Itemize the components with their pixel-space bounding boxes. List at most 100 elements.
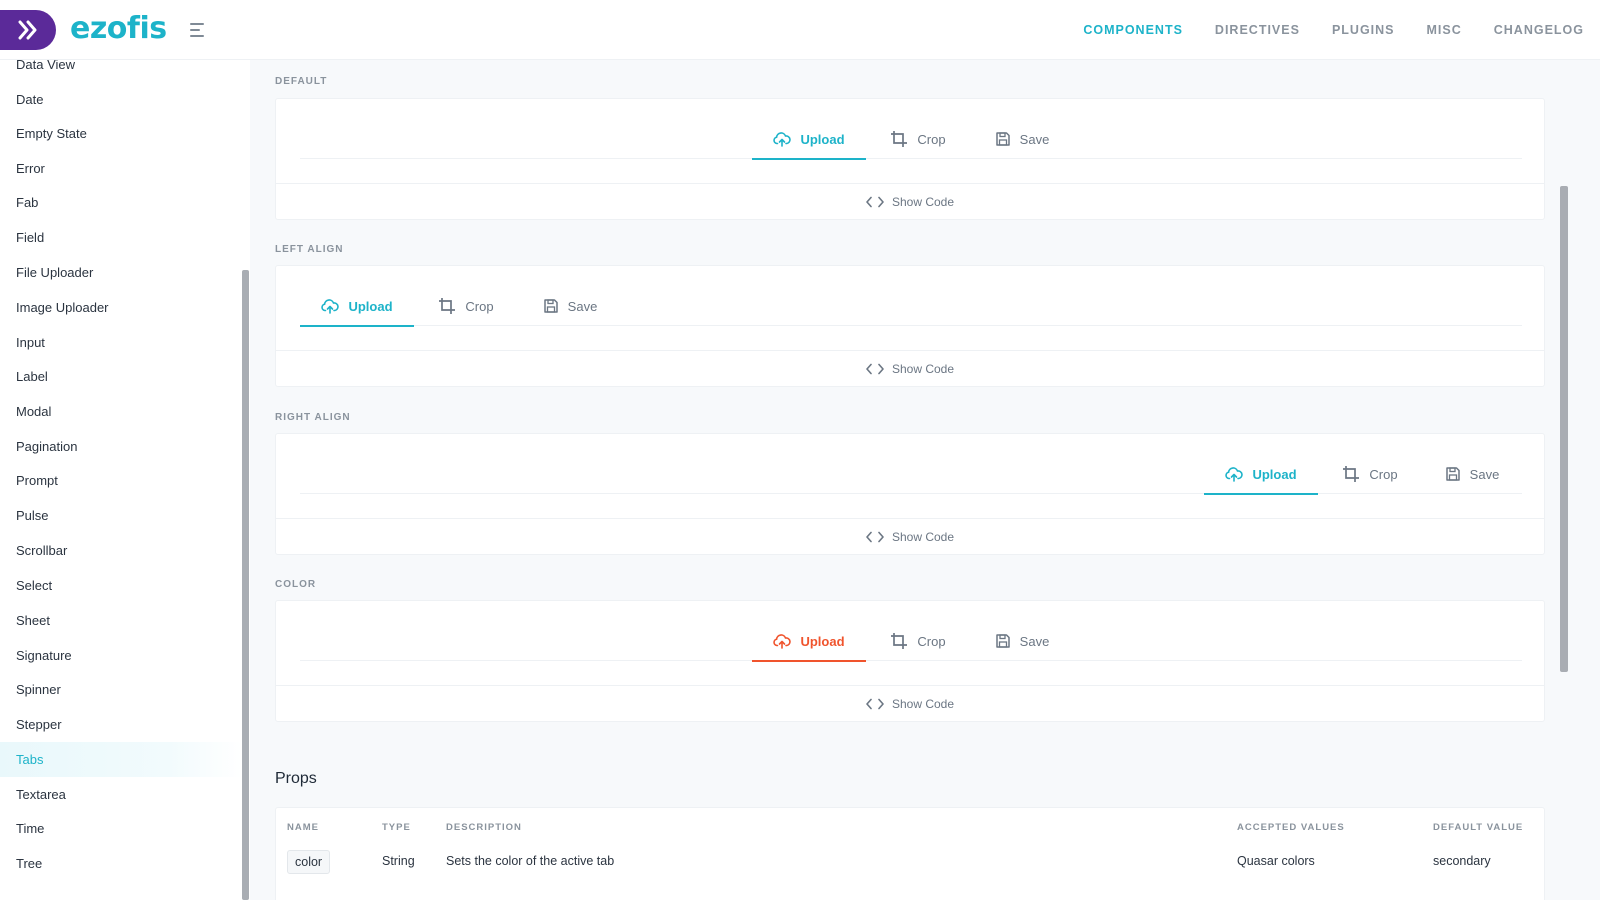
sidebar-item-input[interactable]: Input <box>0 325 242 360</box>
logo-text[interactable]: ezofis <box>70 11 167 46</box>
sidebar-item-select[interactable]: Select <box>0 568 242 603</box>
tab-upload[interactable]: Upload <box>300 286 414 327</box>
tab-label: Save <box>1019 633 1050 649</box>
cloud-upload-icon <box>1225 466 1244 482</box>
show-code-button[interactable]: Show Code <box>276 685 1544 722</box>
tabs-bar: Upload Crop Save <box>300 621 1522 662</box>
tab-upload[interactable]: Upload <box>752 621 866 662</box>
section-label-color: COLOR <box>275 579 317 590</box>
tab-crop[interactable]: Crop <box>1318 454 1422 494</box>
tab-label: Crop <box>917 131 946 147</box>
nav-misc[interactable]: MISC <box>1427 23 1462 37</box>
save-icon <box>1445 466 1461 482</box>
show-code-label: Show Code <box>891 697 955 711</box>
sidebar-item-time[interactable]: Time <box>0 811 242 846</box>
save-icon <box>543 298 559 314</box>
show-code-button[interactable]: Show Code <box>276 518 1544 555</box>
sidebar-item-date[interactable]: Date <box>0 82 242 117</box>
section-label-default: DEFAULT <box>275 76 328 87</box>
sidebar-item-image-uploader[interactable]: Image Uploader <box>0 290 242 325</box>
tab-label: Crop <box>465 298 494 314</box>
sidebar-item-empty-state[interactable]: Empty State <box>0 116 242 151</box>
nav-components[interactable]: COMPONENTS <box>1083 23 1183 37</box>
tab-label: Crop <box>1369 466 1398 482</box>
sidebar-item-error[interactable]: Error <box>0 151 242 186</box>
sidebar-item-prompt[interactable]: Prompt <box>0 463 242 498</box>
sidebar-item-label[interactable]: Label <box>0 359 242 394</box>
column-header-accepted-values: ACCEPTED VALUES <box>1237 822 1345 833</box>
sidebar-item-signature[interactable]: Signature <box>0 638 242 673</box>
sidebar-scrollbar[interactable] <box>242 270 249 900</box>
tabs-bar: Upload Crop Save <box>300 119 1522 160</box>
demo-card-color: Upload Crop Save Show Code <box>275 600 1545 722</box>
nav-directives[interactable]: DIRECTIVES <box>1215 23 1300 37</box>
tab-crop[interactable]: Crop <box>866 621 970 661</box>
column-header-name: NAME <box>287 822 319 833</box>
demo-card-right-align: Upload Crop Save Show Code <box>275 433 1545 555</box>
sidebar-item-scrollbar[interactable]: Scrollbar <box>0 533 242 568</box>
sidebar-item-modal[interactable]: Modal <box>0 394 242 429</box>
top-header: ezofis COMPONENTS DIRECTIVES PLUGINS MIS… <box>0 0 1600 60</box>
tab-label: Upload <box>1252 466 1297 482</box>
show-code-label: Show Code <box>891 530 955 544</box>
tab-save[interactable]: Save <box>970 119 1074 159</box>
tab-upload[interactable]: Upload <box>752 119 866 160</box>
code-icon <box>866 698 884 710</box>
top-nav: COMPONENTS DIRECTIVES PLUGINS MISC CHANG… <box>1051 0 1584 60</box>
tab-label: Crop <box>917 633 946 649</box>
tab-crop[interactable]: Crop <box>414 286 518 326</box>
demo-card-left-align: Upload Crop Save Show Code <box>275 265 1545 387</box>
code-icon <box>866 196 884 208</box>
crop-icon <box>890 632 908 650</box>
sidebar-item-field[interactable]: Field <box>0 220 242 255</box>
nav-changelog[interactable]: CHANGELOG <box>1494 23 1584 37</box>
sidebar-item-fab[interactable]: Fab <box>0 185 242 220</box>
sidebar-item-textarea[interactable]: Textarea <box>0 777 242 812</box>
section-label-right-align: RIGHT ALIGN <box>275 412 351 423</box>
tabs-bar: Upload Crop Save <box>300 454 1522 495</box>
sidebar-item-file-uploader[interactable]: File Uploader <box>0 255 242 290</box>
prop-accepted-values: Quasar colors <box>1237 854 1315 868</box>
prop-description: Sets the color of the active tab <box>446 854 615 868</box>
tab-save[interactable]: Save <box>1422 454 1522 494</box>
column-header-default-value: DEFAULT VALUE <box>1433 822 1524 833</box>
tab-label: Save <box>1469 466 1500 482</box>
cloud-upload-icon <box>773 131 792 147</box>
save-icon <box>995 633 1011 649</box>
sidebar-item-pulse[interactable]: Pulse <box>0 498 242 533</box>
tab-label: Upload <box>800 131 845 147</box>
tab-label: Save <box>1019 131 1050 147</box>
tab-crop[interactable]: Crop <box>866 119 970 159</box>
code-icon <box>866 531 884 543</box>
show-code-button[interactable]: Show Code <box>276 350 1544 387</box>
prop-default-value: secondary <box>1433 854 1491 868</box>
section-label-left-align: LEFT ALIGN <box>275 244 344 255</box>
show-code-button[interactable]: Show Code <box>276 183 1544 220</box>
sidebar-item-tabs[interactable]: Tabs <box>0 742 242 777</box>
prop-name-chip: color <box>287 850 331 874</box>
tabs-bar: Upload Crop Save <box>300 286 1522 327</box>
menu-icon[interactable] <box>190 20 210 40</box>
sidebar-item-data-view[interactable]: Data View <box>0 60 242 82</box>
tab-upload[interactable]: Upload <box>1204 454 1318 495</box>
cloud-upload-icon <box>773 633 792 649</box>
sidebar: Data View Date Empty State Error Fab Fie… <box>0 60 250 900</box>
tab-save[interactable]: Save <box>970 621 1074 661</box>
props-table: NAME TYPE DESCRIPTION ACCEPTED VALUES DE… <box>275 807 1545 900</box>
save-icon <box>995 131 1011 147</box>
crop-icon <box>438 297 456 315</box>
sidebar-item-sheet[interactable]: Sheet <box>0 603 242 638</box>
show-code-label: Show Code <box>891 195 955 209</box>
sidebar-item-stepper[interactable]: Stepper <box>0 707 242 742</box>
code-icon <box>866 363 884 375</box>
tab-label: Upload <box>348 298 393 314</box>
sidebar-item-spinner[interactable]: Spinner <box>0 672 242 707</box>
sidebar-item-pagination[interactable]: Pagination <box>0 429 242 464</box>
tab-save[interactable]: Save <box>518 286 622 326</box>
page-scrollbar[interactable] <box>1560 186 1568 672</box>
logo-badge[interactable] <box>0 10 56 50</box>
demo-card-default: Upload Crop Save Show Code <box>275 98 1545 220</box>
sidebar-item-tree[interactable]: Tree <box>0 846 242 881</box>
nav-plugins[interactable]: PLUGINS <box>1332 23 1395 37</box>
props-title: Props <box>275 770 317 787</box>
